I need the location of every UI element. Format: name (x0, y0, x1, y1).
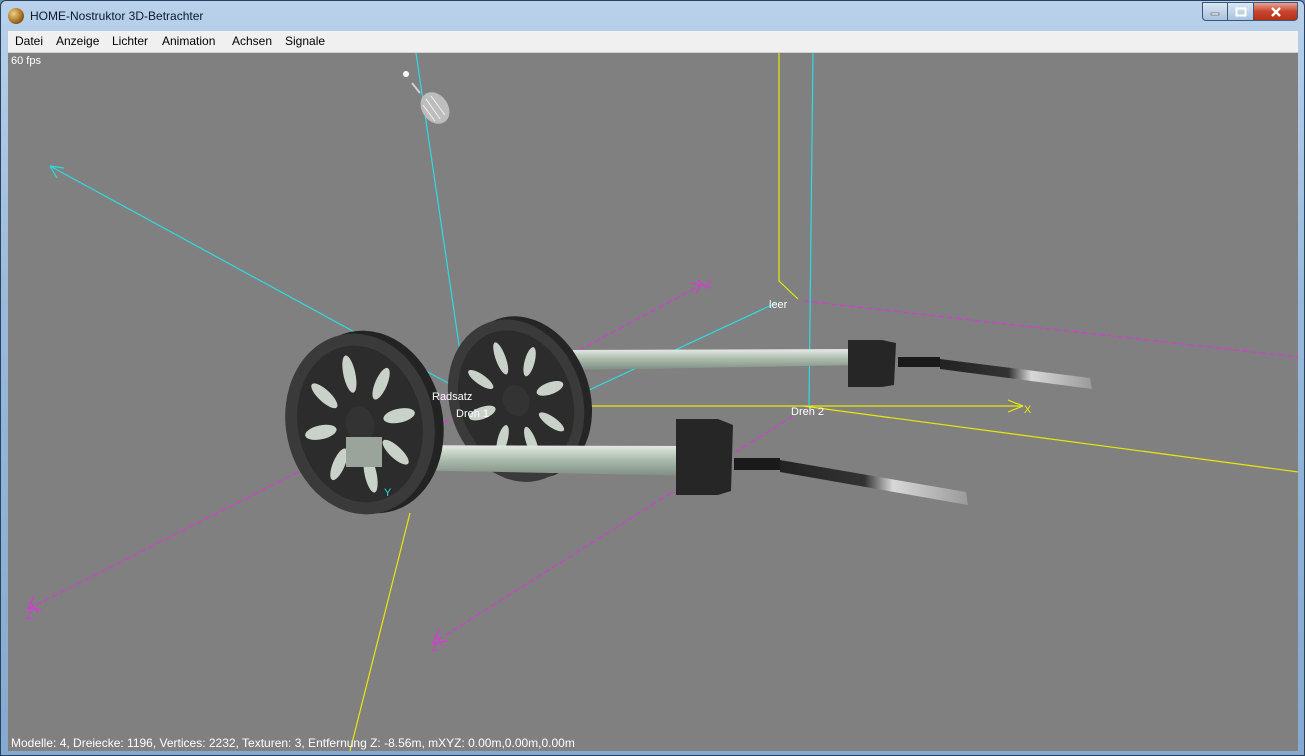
fps-counter: 60 fps (11, 55, 41, 67)
app-window: HOME-Nostruktor 3D-Betrachter Datei Anze… (0, 0, 1305, 756)
maximize-icon (1235, 7, 1246, 16)
menu-animation[interactable]: Animation (162, 34, 215, 48)
node-label-dreh-1: Dreh 1 (456, 408, 490, 420)
axis-label-z-1: Z (705, 279, 712, 291)
maximize-button[interactable] (1228, 2, 1254, 21)
node-label-leer: leer (769, 299, 788, 311)
menu-achsen[interactable]: Achsen (232, 34, 272, 48)
scene-canvas (27, 53, 1298, 751)
axis-label-y: Y (384, 487, 392, 499)
close-icon (1270, 6, 1281, 17)
menu-lichter[interactable]: Lichter (112, 34, 148, 48)
menu-datei[interactable]: Datei (15, 34, 43, 48)
axis-label-z-3: Z (431, 642, 438, 654)
menu-anzeige[interactable]: Anzeige (56, 34, 99, 48)
minimize-button[interactable] (1202, 2, 1228, 21)
light-bulb-icon (403, 71, 450, 124)
node-label-radsatz: Radsatz (432, 391, 473, 403)
axis-label-z-2: Z (26, 610, 33, 622)
status-line: Modelle: 4, Dreiecke: 1196, Vertices: 22… (11, 736, 575, 750)
axis-label-x: X (1024, 404, 1032, 416)
3d-viewport[interactable]: 60 fps leer Radsatz Dreh 1 Dreh 2 X Y Z … (8, 53, 1298, 751)
window-title: HOME-Nostruktor 3D-Betrachter (30, 9, 204, 23)
menu-signale[interactable]: Signale (285, 34, 325, 48)
menu-bar: Datei Anzeige Lichter Animation Achsen S… (8, 31, 1298, 53)
app-icon[interactable] (8, 8, 24, 24)
node-label-dreh-2: Dreh 2 (791, 406, 825, 418)
title-bar[interactable]: HOME-Nostruktor 3D-Betrachter (1, 1, 1304, 31)
close-button[interactable] (1254, 2, 1298, 21)
minimize-icon (1210, 12, 1220, 15)
